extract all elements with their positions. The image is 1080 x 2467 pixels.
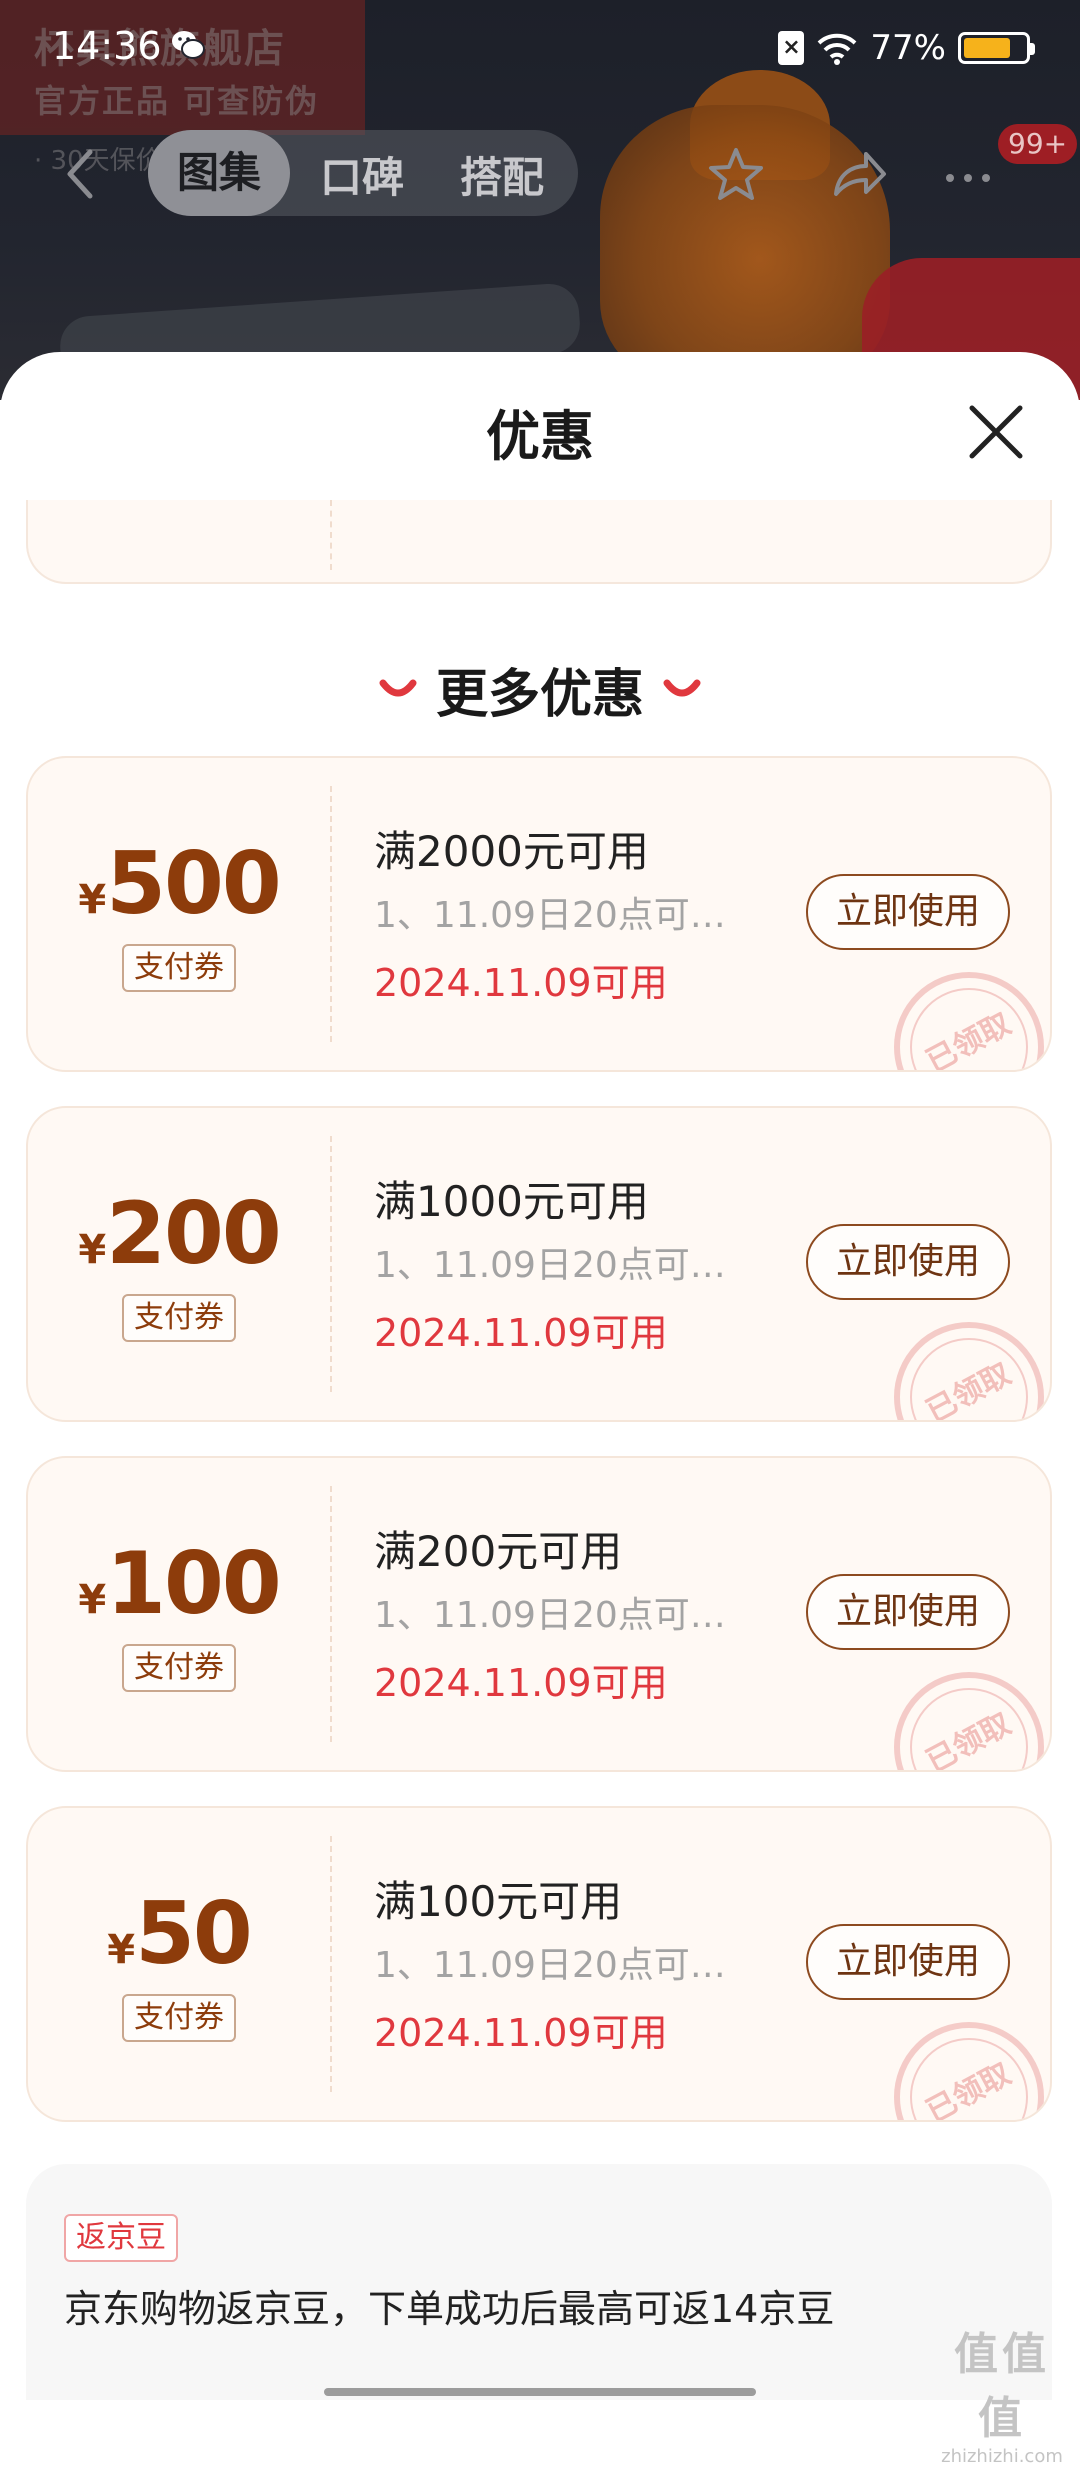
coupon-card: ¥200 支付券 满1000元可用 1、11.09日20点可… 2024.11.… <box>26 1106 1052 1422</box>
coupon-type-tag: 支付券 <box>28 1644 330 1692</box>
status-right: × 77% <box>778 28 1035 68</box>
smile-curve-icon <box>379 679 417 696</box>
jd-bean-text: 京东购物返京豆，下单成功后最高可返14京豆 <box>64 2287 835 2331</box>
wechat-icon <box>172 31 205 59</box>
coupon-type-label: 支付券 <box>122 944 236 992</box>
coupon-amount: ¥100 <box>28 1534 330 1634</box>
claimed-stamp: 已领取 <box>894 1672 1044 1772</box>
coupon-condition: 满200元可用 <box>374 1527 623 1576</box>
coupon-divider <box>330 786 332 1042</box>
coupon-divider <box>330 1836 332 2092</box>
coupon-amount: ¥500 <box>28 834 330 934</box>
coupon-date: 2024.11.09可用 <box>374 1661 668 1705</box>
watermark-mark: 值值值 <box>954 2329 1050 2444</box>
coupon-type-tag: 支付券 <box>28 1994 330 2042</box>
battery-fill <box>964 38 1011 58</box>
favorite-star-icon[interactable] <box>704 144 768 204</box>
message-count-badge: 99+ <box>998 124 1078 164</box>
use-now-button[interactable]: 立即使用 <box>806 1574 1010 1650</box>
battery-icon <box>958 32 1035 64</box>
coupon-sheet: 优惠 更多优惠 ¥500 支付券 满2000元可用 1、11.09日20点可… … <box>0 352 1080 2400</box>
coupon-divider <box>330 1486 332 1742</box>
currency-symbol: ¥ <box>78 877 107 923</box>
coupon-card: ¥50 支付券 满100元可用 1、11.09日20点可… 2024.11.09… <box>26 1806 1052 2122</box>
battery-percent: 77% <box>870 28 946 68</box>
coupon-card: ¥500 支付券 满2000元可用 1、11.09日20点可… 2024.11.… <box>26 756 1052 1072</box>
use-now-button[interactable]: 立即使用 <box>806 874 1010 950</box>
gallery-tabs: 图集 口碑 搭配 <box>148 130 578 216</box>
coupon-card: ¥100 支付券 满200元可用 1、11.09日20点可… 2024.11.0… <box>26 1456 1052 1772</box>
currency-symbol: ¥ <box>107 1927 136 1973</box>
tab-match[interactable]: 搭配 <box>460 144 544 205</box>
coupon-type-tag: 支付券 <box>28 944 330 992</box>
coupon-type-tag: 支付券 <box>28 1294 330 1342</box>
section-header-more-offers: 更多优惠 <box>0 652 1080 727</box>
close-icon[interactable] <box>964 400 1028 464</box>
wifi-icon <box>818 33 857 65</box>
watermark-url: zhizhizhi.com <box>941 2446 1063 2467</box>
coupon-description[interactable]: 1、11.09日20点可… <box>374 1586 726 1638</box>
coupon-type-label: 支付券 <box>122 1644 236 1692</box>
back-arrow-icon[interactable] <box>60 146 100 202</box>
coupon-condition: 满2000元可用 <box>374 827 649 876</box>
section-title: 更多优惠 <box>435 665 644 725</box>
coupon-amount: ¥50 <box>28 1884 330 1984</box>
jd-bean-tag: 返京豆 <box>64 2214 178 2262</box>
coupon-type-label: 支付券 <box>122 1294 236 1342</box>
currency-symbol: ¥ <box>78 1227 107 1273</box>
claimed-stamp-text: 已领取 <box>920 2056 1017 2122</box>
product-navbar: 图集 口碑 搭配 <box>0 128 1080 218</box>
share-icon[interactable] <box>826 144 890 204</box>
claimed-stamp: 已领取 <box>894 1322 1044 1422</box>
sheet-title: 优惠 <box>486 405 594 468</box>
smile-curve-icon <box>663 679 701 696</box>
coupon-description[interactable]: 1、11.09日20点可… <box>374 1236 726 1288</box>
coupon-value: 100 <box>106 1534 282 1634</box>
use-now-button[interactable]: 立即使用 <box>806 1224 1010 1300</box>
more-options-icon[interactable] <box>940 144 1004 204</box>
claimed-stamp-text: 已领取 <box>920 1356 1017 1422</box>
claimed-stamp-text: 已领取 <box>920 1706 1017 1772</box>
coupon-date: 2024.11.09可用 <box>374 1311 668 1355</box>
status-time: 14:36 <box>52 24 162 68</box>
use-now-button[interactable]: 立即使用 <box>806 1924 1010 2000</box>
jd-bean-card: 返京豆 京东购物返京豆，下单成功后最高可返14京豆 <box>26 2164 1052 2400</box>
no-sim-icon: × <box>778 31 805 65</box>
coupon-amount: ¥200 <box>28 1184 330 1284</box>
coupon-date: 2024.11.09可用 <box>374 2011 668 2055</box>
home-indicator[interactable] <box>324 2388 756 2396</box>
currency-symbol: ¥ <box>78 1577 107 1623</box>
watermark-logo: 值值值 zhizhizhi.com <box>932 2318 1072 2467</box>
claimed-stamp: 已领取 <box>894 972 1044 1072</box>
coupon-description[interactable]: 1、11.09日20点可… <box>374 886 726 938</box>
tab-gallery[interactable]: 图集 <box>148 130 290 216</box>
coupon-value: 200 <box>106 1184 282 1284</box>
coupon-divider <box>330 500 332 570</box>
coupon-description[interactable]: 1、11.09日20点可… <box>374 1936 726 1988</box>
coupon-type-label: 支付券 <box>122 1994 236 2042</box>
coupon-condition: 满1000元可用 <box>374 1177 649 1226</box>
claimed-stamp: 已领取 <box>894 2022 1044 2122</box>
previous-coupon-card <box>26 500 1052 584</box>
coupon-condition: 满100元可用 <box>374 1877 623 1926</box>
coupon-date: 2024.11.09可用 <box>374 961 668 1005</box>
coupon-divider <box>330 1136 332 1392</box>
coupon-value: 50 <box>135 1884 253 1984</box>
coupon-value: 500 <box>106 834 282 934</box>
status-bar: 14:36 × 77% <box>0 0 1080 100</box>
claimed-stamp-text: 已领取 <box>920 1006 1017 1072</box>
tab-reviews[interactable]: 口碑 <box>320 144 404 205</box>
